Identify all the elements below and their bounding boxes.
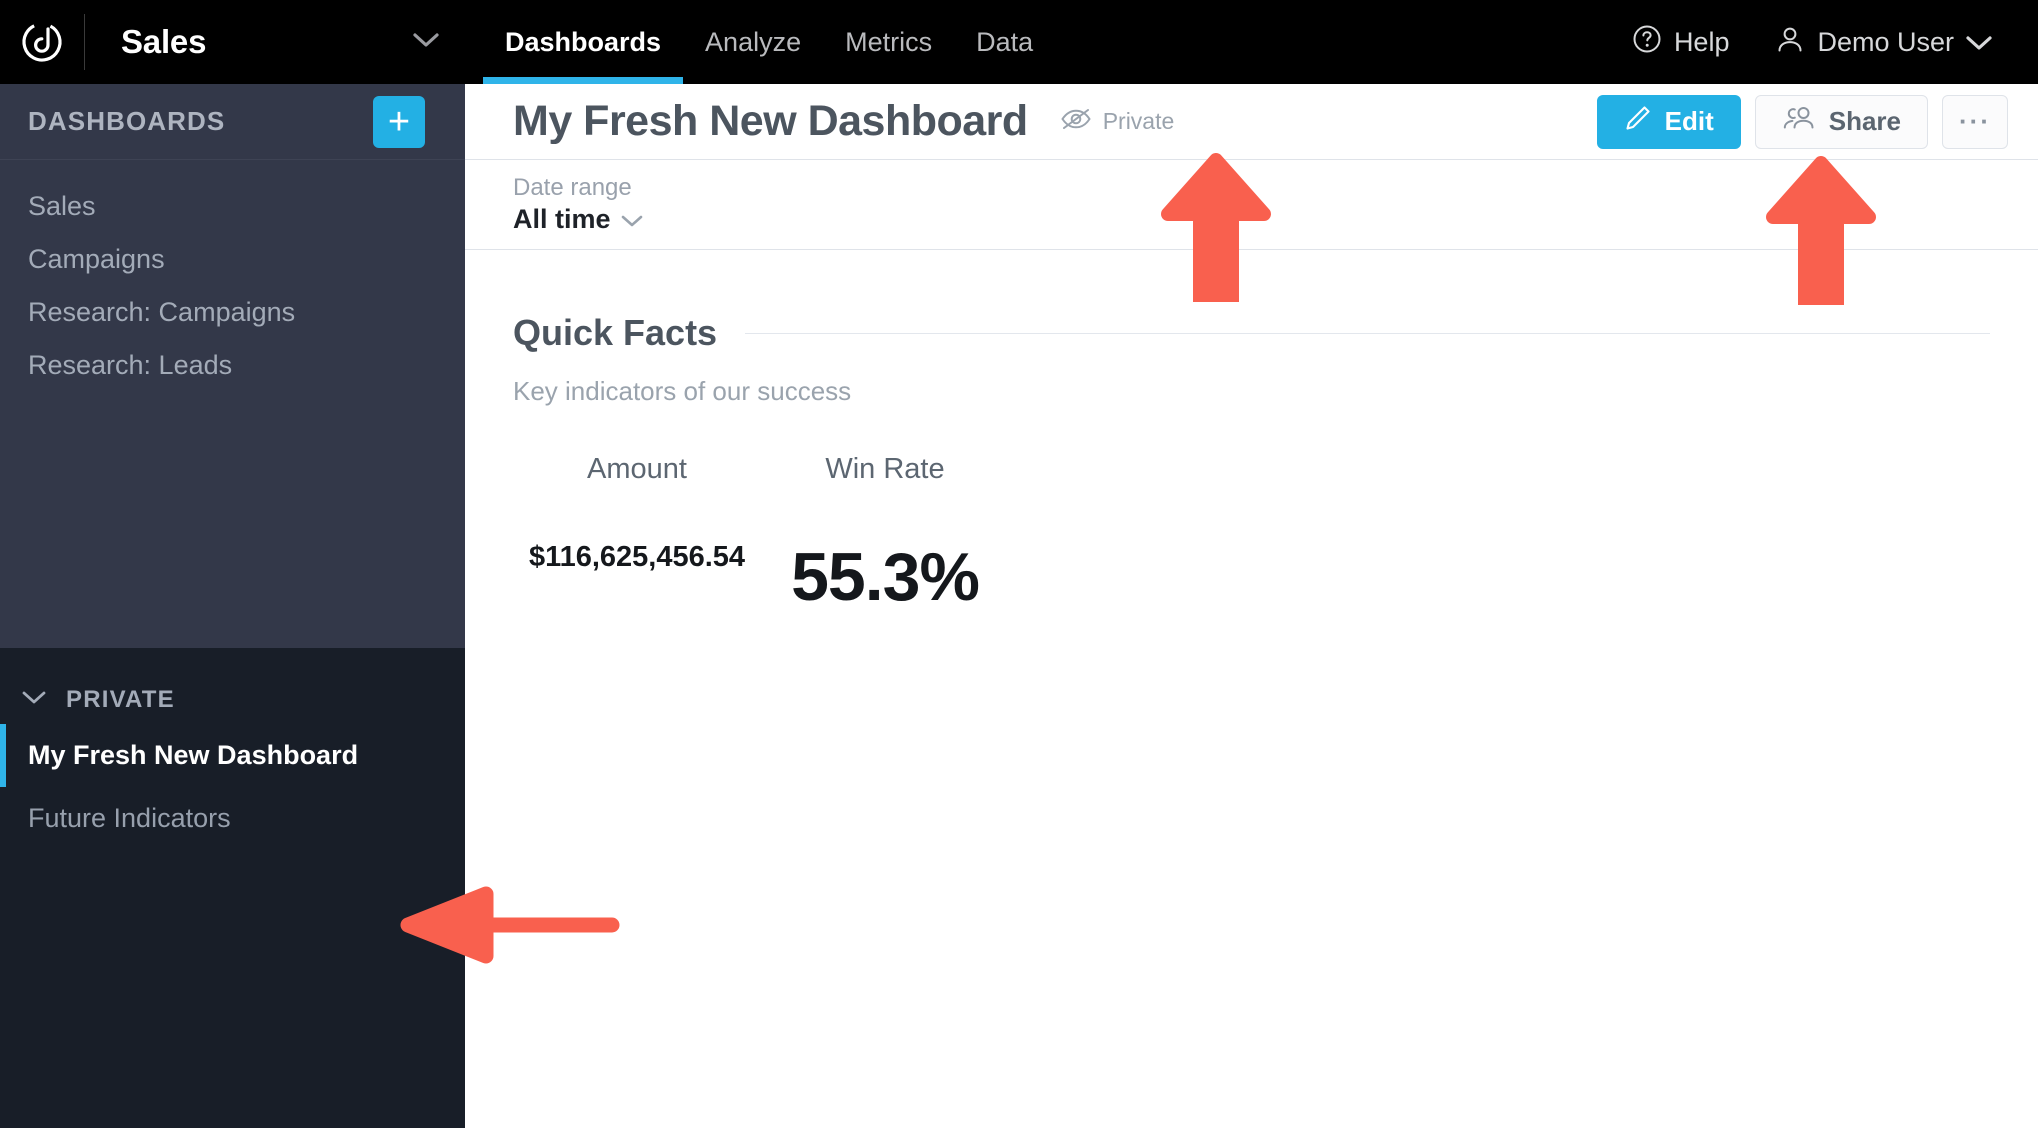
share-button[interactable]: Share — [1754, 94, 1928, 149]
account-selector[interactable]: Sales — [85, 0, 465, 84]
user-menu-button[interactable]: Demo User — [1757, 0, 2010, 84]
sidebar-dashboard-list: Sales Campaigns Research: Campaigns Rese… — [0, 160, 465, 648]
metric-tile-win-rate[interactable]: Win Rate 55.3% — [761, 453, 1009, 613]
sidebar-item-my-fresh-new-dashboard[interactable]: My Fresh New Dashboard — [0, 724, 465, 787]
question-circle-icon — [1632, 24, 1662, 61]
sidebar-private-section: PRIVATE My Fresh New Dashboard Future In… — [0, 648, 465, 1128]
sidebar-item-research-leads[interactable]: Research: Leads — [0, 339, 465, 392]
tab-dashboards-label: Dashboards — [505, 26, 662, 57]
sidebar-item-research-campaigns[interactable]: Research: Campaigns — [0, 286, 465, 339]
date-range-filter[interactable]: Date range All time — [513, 173, 643, 237]
user-name-label: Demo User — [1817, 26, 1954, 57]
tab-dashboards[interactable]: Dashboards — [483, 0, 684, 84]
chevron-down-icon — [1966, 27, 1992, 58]
tab-data[interactable]: Data — [954, 0, 1055, 84]
metric-label-win-rate: Win Rate — [825, 453, 945, 485]
date-range-label: Date range — [513, 173, 632, 201]
chevron-down-icon — [621, 203, 643, 237]
sidebar-item-future-indicators[interactable]: Future Indicators — [0, 787, 465, 850]
sidebar-item-campaigns[interactable]: Campaigns — [0, 233, 465, 286]
help-label: Help — [1673, 26, 1730, 57]
private-section-title: PRIVATE — [66, 686, 175, 713]
help-button[interactable]: Help — [1614, 0, 1748, 84]
dashboard-filter-bar: Date range All time — [465, 160, 2038, 250]
metric-tile-amount[interactable]: Amount $116,625,456.54 — [513, 453, 761, 613]
chevron-down-icon — [413, 32, 439, 53]
privacy-label: Private — [1102, 108, 1175, 134]
metric-label-amount: Amount — [587, 453, 687, 485]
section-subtitle: Key indicators of our success — [513, 376, 852, 406]
dashboard-main-panel: My Fresh New Dashboard Private Edit Shar… — [465, 84, 2038, 1128]
tab-metrics[interactable]: Metrics — [823, 0, 954, 84]
ellipsis-icon: ··· — [1959, 106, 1991, 136]
dashboard-header: My Fresh New Dashboard Private Edit Shar… — [465, 84, 2038, 160]
sidebar-header: DASHBOARDS + — [0, 84, 465, 160]
sidebar-title: DASHBOARDS — [28, 106, 226, 136]
account-name: Sales — [121, 23, 207, 60]
tab-data-label: Data — [976, 26, 1034, 57]
tab-analyze[interactable]: Analyze — [683, 0, 823, 84]
metric-value-win-rate: 55.3% — [791, 539, 980, 615]
status-badge: Private — [1060, 107, 1175, 137]
edit-button[interactable]: Edit — [1596, 94, 1741, 149]
metric-value-amount: $116,625,456.54 — [528, 541, 746, 573]
edit-label: Edit — [1664, 106, 1714, 136]
private-section-toggle[interactable]: PRIVATE — [0, 674, 465, 724]
datahero-logo-icon[interactable] — [0, 0, 84, 84]
add-dashboard-button[interactable]: + — [373, 95, 425, 148]
more-options-button[interactable]: ··· — [1942, 94, 2008, 149]
tab-analyze-label: Analyze — [705, 26, 802, 57]
chevron-down-icon — [22, 690, 46, 710]
main-nav-tabs: Dashboards Analyze Metrics Data — [483, 0, 1055, 84]
section-title-row: Quick Facts — [513, 312, 1990, 354]
sidebar-item-sales[interactable]: Sales — [0, 180, 465, 233]
top-nav-right-group: Help Demo User — [1614, 0, 2038, 84]
tab-metrics-label: Metrics — [845, 26, 933, 57]
eye-off-icon — [1060, 107, 1092, 137]
pencil-icon — [1624, 104, 1652, 139]
date-range-value-label: All time — [513, 203, 611, 234]
dashboards-sidebar: DASHBOARDS + Sales Campaigns Research: C… — [0, 84, 465, 1128]
user-icon — [1775, 24, 1805, 61]
top-navigation-bar: Sales Dashboards Analyze Metrics Data He… — [0, 0, 2038, 84]
people-icon — [1782, 105, 1816, 138]
metric-tiles: Amount $116,625,456.54 Win Rate 55.3% — [513, 453, 1990, 613]
page-title: My Fresh New Dashboard — [513, 97, 1028, 145]
app-window: Sales Dashboards Analyze Metrics Data He… — [0, 0, 2038, 1128]
quick-facts-section: Quick Facts Key indicators of our succes… — [465, 250, 2038, 613]
section-divider — [745, 332, 1990, 334]
share-label: Share — [1828, 106, 1901, 136]
date-range-value[interactable]: All time — [513, 203, 643, 237]
dashboard-actions: Edit Share ··· — [1596, 94, 2008, 149]
section-title: Quick Facts — [513, 312, 718, 353]
